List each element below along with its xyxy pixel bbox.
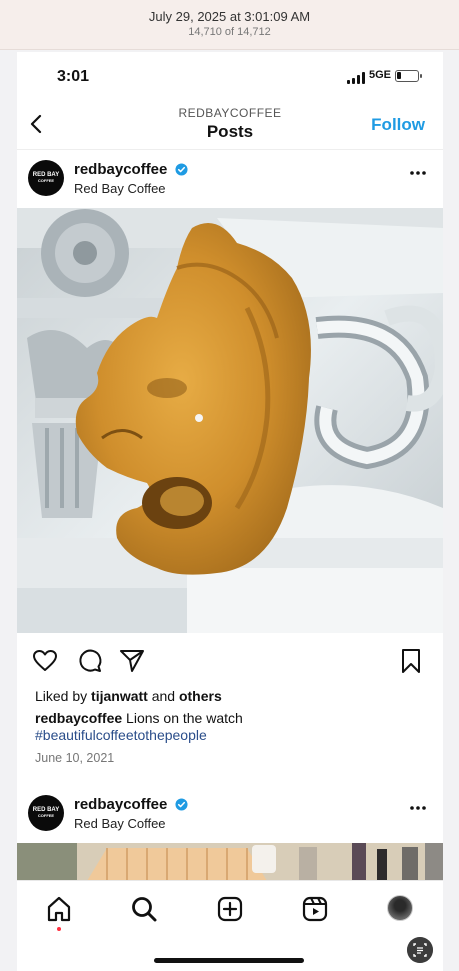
post-actions [17, 648, 443, 674]
caption-username[interactable]: redbaycoffee [35, 710, 122, 726]
post-header: RED BAY COFFEE redbaycoffee Red Bay Coffe… [17, 152, 443, 208]
profile-posts-header: REDBAYCOFFEE Posts Follow [17, 102, 443, 150]
likes-summary[interactable]: Liked by tijanwatt and others [35, 688, 222, 704]
post-full-name: Red Bay Coffee [74, 816, 166, 831]
more-dots-icon[interactable] [409, 170, 427, 176]
instagram-screenshot: 3:01 5GE REDBAYCOFFEE Posts Follow RED B… [17, 52, 443, 971]
liked-user: tijanwatt [91, 688, 148, 704]
send-icon[interactable] [119, 648, 145, 674]
follow-button[interactable]: Follow [371, 115, 425, 135]
plus-square-icon[interactable] [216, 895, 244, 923]
bottom-tab-bar [17, 880, 443, 971]
more-dots-icon[interactable] [409, 805, 427, 811]
live-text-icon[interactable] [407, 937, 433, 963]
caption-hashtag[interactable]: #beautifulcoffeetothepeople [35, 727, 207, 743]
heart-icon[interactable] [32, 648, 58, 674]
reels-icon[interactable] [301, 895, 329, 923]
post-username[interactable]: redbaycoffee [74, 796, 167, 813]
profile-avatar[interactable] [387, 895, 413, 921]
post-image[interactable] [17, 843, 443, 881]
home-icon[interactable] [45, 895, 73, 923]
photo-count: 14,710 of 14,712 [188, 26, 271, 38]
post-header: RED BAY COFFEE redbaycoffee Red Bay Coffe… [17, 787, 443, 843]
status-bar: 3:01 5GE [17, 52, 443, 98]
photo-date: July 29, 2025 at 3:01:09 AM [148, 9, 311, 24]
verified-badge-icon [175, 163, 188, 176]
avatar[interactable]: RED BAY COFFEE [28, 160, 64, 196]
signal-icon [347, 72, 365, 84]
home-indicator [154, 958, 304, 963]
bookmark-icon[interactable] [398, 648, 424, 674]
post-full-name: Red Bay Coffee [74, 181, 166, 196]
comment-icon[interactable] [77, 648, 103, 674]
post-username[interactable]: redbaycoffee [74, 161, 167, 178]
battery-icon [395, 70, 422, 82]
post-caption: redbaycoffee Lions on the watch [35, 710, 243, 726]
liked-others: others [178, 688, 222, 704]
avatar[interactable]: RED BAY COFFEE [28, 795, 64, 831]
status-time: 3:01 [57, 68, 90, 85]
search-icon[interactable] [130, 895, 158, 923]
network-type: 5GE [369, 69, 392, 81]
post-date: June 10, 2021 [35, 751, 115, 765]
post-image[interactable] [17, 208, 443, 633]
photo-viewer-header: July 29, 2025 at 3:01:09 AM 14,710 of 14… [0, 0, 459, 50]
notification-dot [57, 927, 61, 931]
verified-badge-icon [175, 798, 188, 811]
